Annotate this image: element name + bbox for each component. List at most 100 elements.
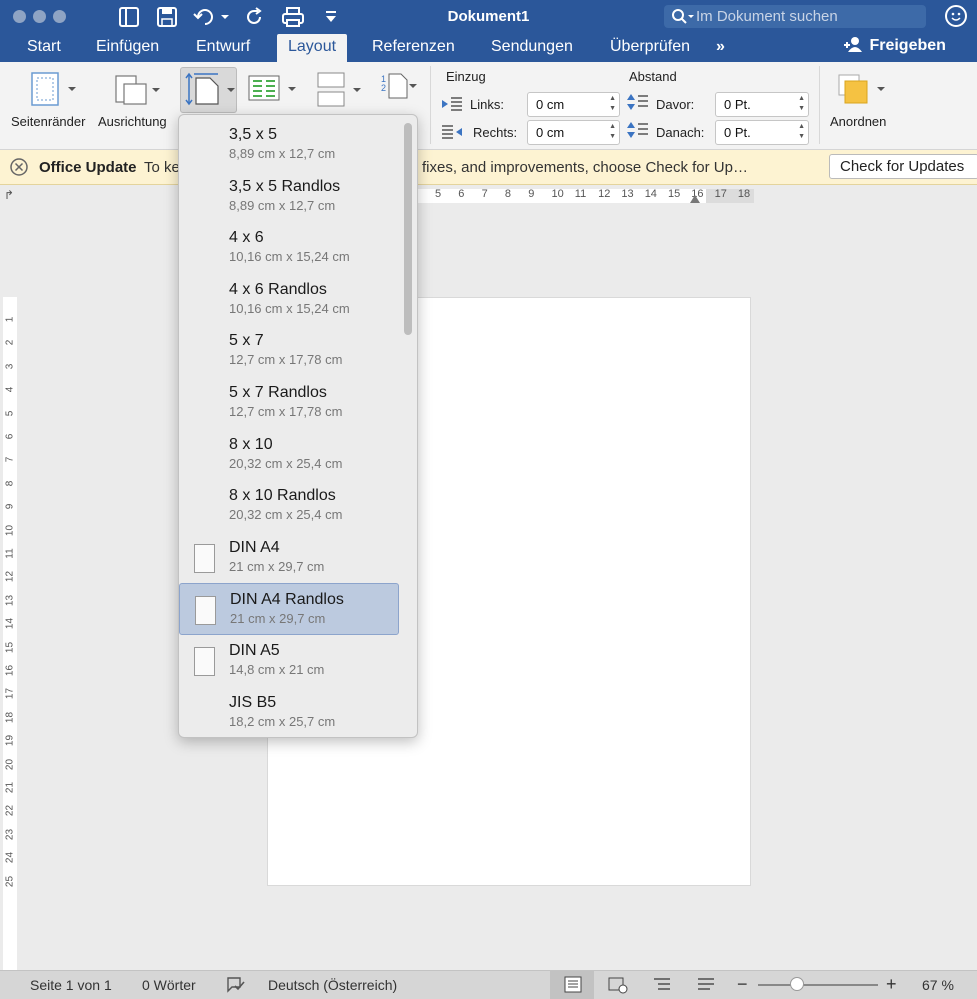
stepper-arrows-icon[interactable]: ▲ ▼	[609, 122, 616, 142]
ruler-number: 8	[504, 188, 512, 200]
zoom-in-button[interactable]: +	[886, 974, 897, 995]
paper-size-option[interactable]: 4 x 6 Randlos 10,16 cm x 15,24 cm	[179, 274, 399, 326]
vruler-number: 11	[4, 548, 16, 559]
tab-ueberpruefen[interactable]: Überprüfen	[610, 38, 690, 62]
scrollbar-thumb[interactable]	[404, 123, 412, 335]
paper-size-dimensions: 18,2 cm x 25,7 cm	[229, 713, 336, 729]
paper-size-option[interactable]: 4 x 6 10,16 cm x 15,24 cm	[179, 222, 399, 274]
paper-size-dimensions: 20,32 cm x 25,4 cm	[229, 507, 343, 523]
vruler-number: 8	[4, 480, 16, 487]
paper-size-name: 5 x 7 Randlos	[229, 384, 327, 401]
ribbon-divider	[430, 66, 431, 144]
zoom-slider-track[interactable]	[758, 984, 878, 986]
paper-size-option[interactable]: 5 x 7 Randlos 12,7 cm x 17,78 cm	[179, 377, 399, 429]
indent-left-label: Links:	[470, 97, 504, 112]
word-count[interactable]: 0 Wörter	[142, 977, 196, 993]
paper-size-option[interactable]: JIS B5 18,2 cm x 25,7 cm	[179, 687, 399, 737]
zoom-slider-thumb[interactable]	[790, 977, 804, 991]
ruler-number: 18	[737, 188, 751, 200]
zoom-level[interactable]: 67 %	[922, 977, 954, 993]
paper-size-option[interactable]: 3,5 x 5 8,89 cm x 12,7 cm	[179, 119, 399, 171]
check-for-updates-button[interactable]: Check for Updates	[829, 154, 977, 179]
stepper-arrows-icon[interactable]: ▲ ▼	[798, 122, 805, 142]
paper-size-dimensions: 8,89 cm x 12,7 cm	[229, 197, 336, 213]
vruler-number: 19	[4, 735, 16, 747]
vruler-number: 1	[4, 316, 16, 323]
arrange-label[interactable]: Anordnen	[830, 114, 886, 129]
paper-size-name: 5 x 7	[229, 332, 264, 350]
indent-left-field[interactable]: 0 cm ▲ ▼	[527, 92, 620, 117]
close-message-icon[interactable]	[10, 158, 28, 181]
paper-size-name: DIN A4 Randlos	[230, 591, 344, 609]
paper-size-option[interactable]: 8 x 10 20,32 cm x 25,4 cm	[179, 429, 399, 481]
draft-view-icon[interactable]	[696, 976, 716, 997]
search-input[interactable]: Im Dokument suchen	[664, 5, 926, 28]
tab-entwurf[interactable]: Entwurf	[196, 38, 250, 62]
tab-referenzen[interactable]: Referenzen	[372, 38, 455, 62]
indent-right-field[interactable]: 0 cm ▲ ▼	[527, 120, 620, 145]
margins-icon[interactable]	[30, 71, 78, 112]
size-button[interactable]	[180, 67, 237, 113]
paper-size-name: 3,5 x 5	[229, 126, 278, 143]
tab-sendungen[interactable]: Sendungen	[491, 38, 573, 62]
feedback-smiley-icon[interactable]	[945, 5, 967, 27]
more-tabs-button[interactable]: »	[716, 38, 725, 62]
proofing-icon[interactable]	[226, 976, 246, 997]
spacing-before-field[interactable]: 0 Pt. ▲ ▼	[715, 92, 809, 117]
page-count[interactable]: Seite 1 von 1	[30, 977, 112, 993]
paper-size-dimensions: 10,16 cm x 15,24 cm	[229, 249, 350, 265]
paper-size-option[interactable]: 5 x 7 12,7 cm x 17,78 cm	[179, 325, 399, 377]
share-button[interactable]: Freigeben	[843, 36, 946, 55]
paper-size-option[interactable]: DIN A5 14,8 cm x 21 cm	[179, 635, 399, 687]
vruler-number: 12	[4, 571, 16, 583]
ruler-number: 6	[458, 188, 465, 200]
vertical-ruler[interactable]: 1 2 3 4 5 6 7 8 9 10 11 12 13 14 15 16 17 18 19 20 21 22 23 24 2…	[0, 206, 20, 974]
spacing-before-label: Davor:	[656, 97, 695, 112]
vruler-number: 21	[4, 781, 16, 794]
spacing-after-label: Danach:	[656, 125, 705, 140]
tab-start[interactable]: Start	[27, 38, 61, 62]
ruler-number: 17	[714, 188, 727, 200]
paper-size-option[interactable]: 8 x 10 Randlos 20,32 cm x 25,4 cm	[179, 480, 399, 532]
vruler-number: 9	[4, 503, 16, 510]
tab-layout[interactable]: Layout	[277, 34, 348, 62]
right-indent-marker[interactable]	[690, 195, 700, 203]
breaks-icon[interactable]	[317, 72, 363, 113]
outline-view-icon[interactable]	[652, 976, 672, 997]
svg-text:2: 2	[381, 83, 386, 93]
stepper-arrows-icon[interactable]: ▲ ▼	[609, 94, 616, 114]
stepper-arrows-icon[interactable]: ▲ ▼	[798, 94, 805, 114]
margins-label[interactable]: Seitenränder	[11, 114, 85, 129]
web-layout-icon[interactable]	[607, 976, 629, 997]
tab-einfuegen[interactable]: Einfügen	[96, 38, 159, 62]
ruler-number: 9	[528, 188, 535, 200]
columns-icon[interactable]	[248, 75, 298, 110]
paper-size-name: 8 x 10 Randlos	[229, 487, 336, 505]
orientation-label[interactable]: Ausrichtung	[98, 114, 167, 129]
language-label[interactable]: Deutsch (Österreich)	[268, 977, 397, 993]
horizontal-ruler[interactable]: 5 6 7 8 9 10 11 12 13 14 15 16 17 18	[20, 186, 977, 206]
arrange-icon[interactable]	[837, 73, 887, 112]
zoom-out-button[interactable]: −	[737, 974, 748, 995]
paper-size-dimensions: 8,89 cm x 12,7 cm	[229, 146, 336, 161]
paper-size-dimensions: 20,32 cm x 25,4 cm	[229, 455, 343, 471]
paper-size-dropdown[interactable]: 3,5 x 5 8,89 cm x 12,7 cm 3,5 x 5 Randlos 8…	[178, 114, 418, 738]
vruler-number: 14	[4, 618, 16, 630]
print-layout-icon	[564, 976, 582, 993]
paper-size-name: JIS B5	[229, 693, 277, 711]
print-layout-view-button[interactable]	[550, 971, 594, 999]
page-size-icon	[194, 543, 215, 573]
spacing-after-field[interactable]: 0 Pt. ▲ ▼	[715, 120, 809, 145]
message-text-start: To ke	[144, 159, 180, 176]
paper-size-option[interactable]: DIN A4 Randlos 21 cm x 29,7 cm	[179, 583, 399, 636]
message-text-end: fixes, and improvements, choose Check fo…	[422, 159, 748, 176]
paper-size-option[interactable]: 3,5 x 5 Randlos 8,89 cm x 12,7 cm	[179, 171, 399, 223]
line-numbers-icon[interactable]: 12	[381, 72, 419, 107]
ruler-number: 15	[668, 188, 681, 200]
paper-size-option[interactable]: DIN A4 21 cm x 29,7 cm	[179, 532, 399, 584]
indent-left-icon	[441, 96, 463, 117]
tab-selector-icon[interactable]: ↱	[4, 188, 14, 202]
indent-header: Einzug	[446, 69, 486, 84]
paper-size-name: DIN A4	[229, 538, 280, 556]
orientation-icon[interactable]	[114, 72, 162, 113]
